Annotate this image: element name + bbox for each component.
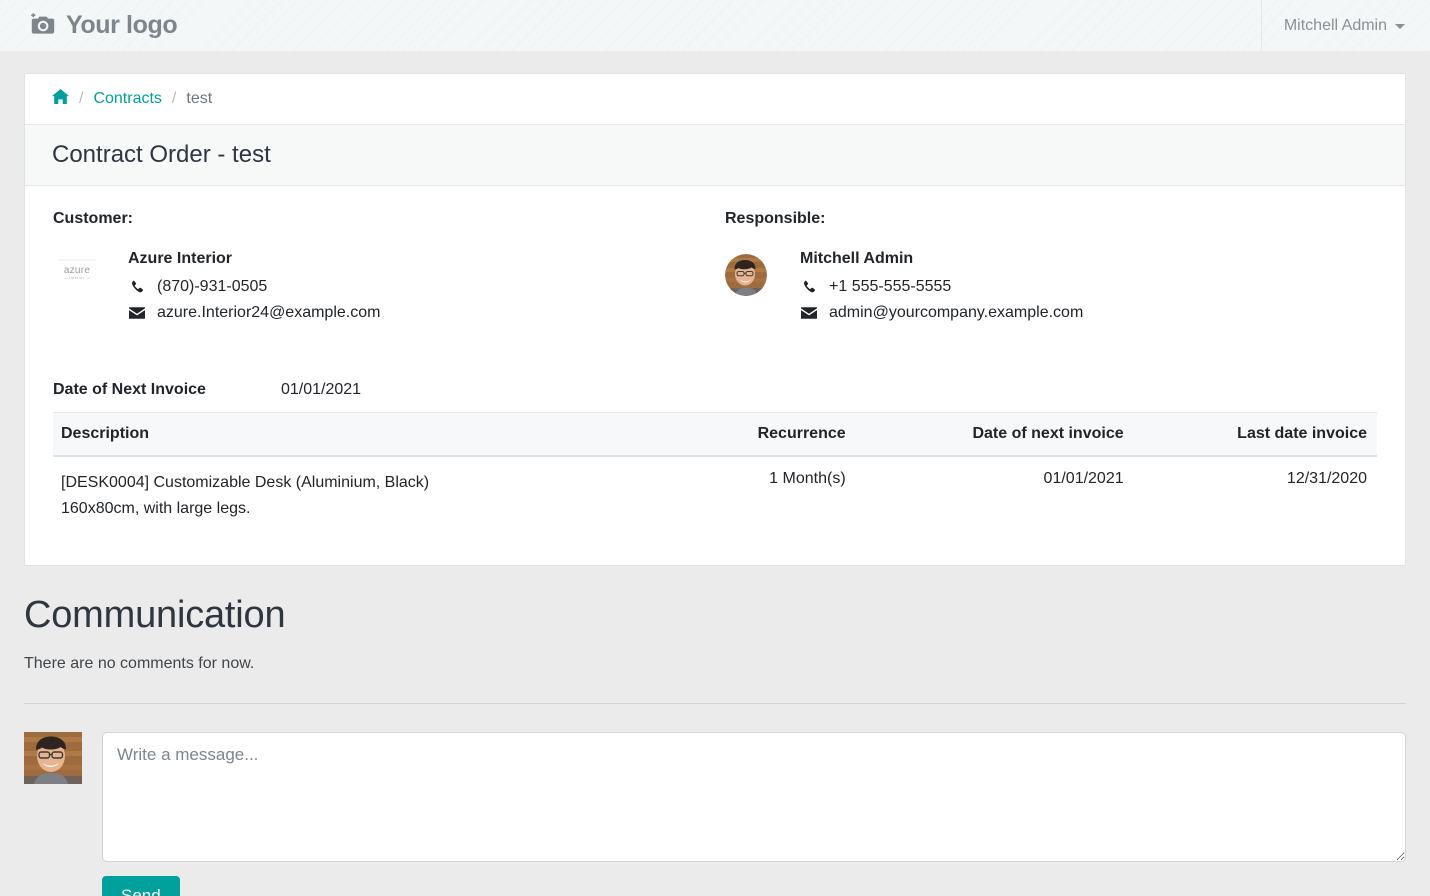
col-header-date-next-invoice: Date of next invoice [855, 412, 1134, 457]
responsible-heading: Responsible: [725, 210, 826, 227]
envelope-icon [128, 307, 146, 319]
responsible-phone: +1 555-555-5555 [829, 278, 952, 295]
description-line-1: [DESK0004] Customizable Desk (Aluminium,… [61, 474, 430, 491]
cell-last-date-invoice: 12/31/2020 [1286, 470, 1367, 487]
page-title: Contract Order - test [52, 141, 271, 168]
phone-icon [128, 280, 146, 295]
responsible-info: Mitchell Admin +1 555-555-5555 admin@you… [800, 250, 1083, 326]
customer-email-line: azure.Interior24@example.com [128, 300, 380, 326]
brand-logo[interactable]: Your logo [0, 11, 178, 40]
col-header-last-date-invoice: Last date invoice [1133, 412, 1377, 457]
breadcrumb-separator-2: / [171, 90, 177, 107]
lines-table-head: Description Recurrence Date of next invo… [53, 412, 1377, 457]
breadcrumb-separator-1: / [79, 90, 84, 107]
customer-name: Azure Interior [128, 250, 233, 267]
col-header-recurrence: Recurrence [680, 412, 856, 457]
chevron-down-icon [1395, 24, 1405, 29]
compose-avatar-cell [24, 732, 102, 896]
breadcrumb-item-contracts[interactable]: Contracts [93, 90, 161, 108]
send-button[interactable]: Send [102, 876, 180, 896]
envelope-icon [800, 307, 818, 319]
contract-card: / Contracts / test Contract Order - test… [24, 73, 1406, 566]
communication-empty-message: There are no comments for now. [24, 655, 255, 672]
responsible-email: admin@yourcompany.example.com [829, 304, 1084, 321]
compose-message-area: Send [24, 704, 1406, 896]
communication-section: Communication There are no comments for … [0, 566, 1430, 896]
next-invoice-label: Date of Next Invoice [53, 381, 206, 398]
svg-text:azure: azure [64, 265, 90, 276]
camera-add-icon [30, 12, 56, 40]
col-header-description: Description [53, 412, 681, 457]
svg-text:— interior —: — interior — [64, 276, 91, 280]
table-row: [DESK0004] Customizable Desk (Aluminium,… [53, 456, 1377, 535]
brand-text: Your logo [66, 11, 178, 39]
avatar [725, 254, 767, 296]
responsible-row: Mitchell Admin +1 555-555-5555 admin@you… [725, 250, 1357, 326]
page-title-bar: Contract Order - test [25, 125, 1405, 186]
customer-phone: (870)-931-0505 [157, 278, 268, 295]
navbar-right: Mitchell Admin [1260, 0, 1430, 51]
customer-row: azure — interior — Azure Interior (870)-… [53, 250, 695, 326]
cell-recurrence: 1 Month(s) [769, 470, 846, 487]
customer-email: azure.Interior24@example.com [157, 304, 381, 321]
next-invoice-value: 01/01/2021 [281, 381, 362, 398]
responsible-name: Mitchell Admin [800, 250, 914, 267]
communication-title: Communication [24, 594, 286, 636]
compose-main: Send [102, 732, 1406, 896]
cell-description: [DESK0004] Customizable Desk (Aluminium,… [53, 456, 680, 535]
customer-phone-line: (870)-931-0505 [128, 274, 380, 300]
user-menu[interactable]: Mitchell Admin [1260, 0, 1430, 51]
responsible-avatar-cell [725, 250, 800, 326]
customer-info: Azure Interior (870)-931-0505 azure.Inte… [128, 250, 380, 326]
phone-icon [800, 280, 818, 295]
home-icon[interactable] [52, 89, 69, 109]
next-invoice-row: Date of Next Invoice 01/01/2021 [53, 381, 1377, 399]
customer-logo-cell: azure — interior — [53, 250, 128, 326]
customer-heading: Customer: [53, 210, 134, 227]
cell-date-next-invoice: 01/01/2021 [1043, 470, 1124, 487]
customer-block: Customer: azure — interior — Azure Inter [53, 210, 715, 326]
responsible-email-line: admin@yourcompany.example.com [800, 300, 1083, 326]
contract-lines-table: Description Recurrence Date of next invo… [53, 412, 1377, 535]
lines-table-body: [DESK0004] Customizable Desk (Aluminium,… [53, 456, 1377, 535]
parties-section: Customer: azure — interior — Azure Inter [53, 210, 1377, 326]
breadcrumb-item-current: test [186, 90, 213, 107]
responsible-phone-line: +1 555-555-5555 [800, 274, 1083, 300]
message-input[interactable] [102, 732, 1406, 862]
page-wrap: / Contracts / test Contract Order - test… [0, 73, 1430, 896]
responsible-block: Responsible: Mitchell Admin +1 555-555-5… [715, 210, 1377, 326]
user-menu-label: Mitchell Admin [1283, 16, 1387, 34]
lines-header-row: Description Recurrence Date of next invo… [53, 412, 1377, 457]
description-line-2: 160x80cm, with large legs. [61, 500, 251, 517]
contract-body: Customer: azure — interior — Azure Inter [25, 186, 1405, 565]
avatar [24, 732, 82, 784]
azure-interior-logo: azure — interior — [53, 254, 101, 286]
breadcrumb: / Contracts / test [25, 74, 1405, 125]
top-navbar: Your logo Mitchell Admin [0, 0, 1430, 51]
